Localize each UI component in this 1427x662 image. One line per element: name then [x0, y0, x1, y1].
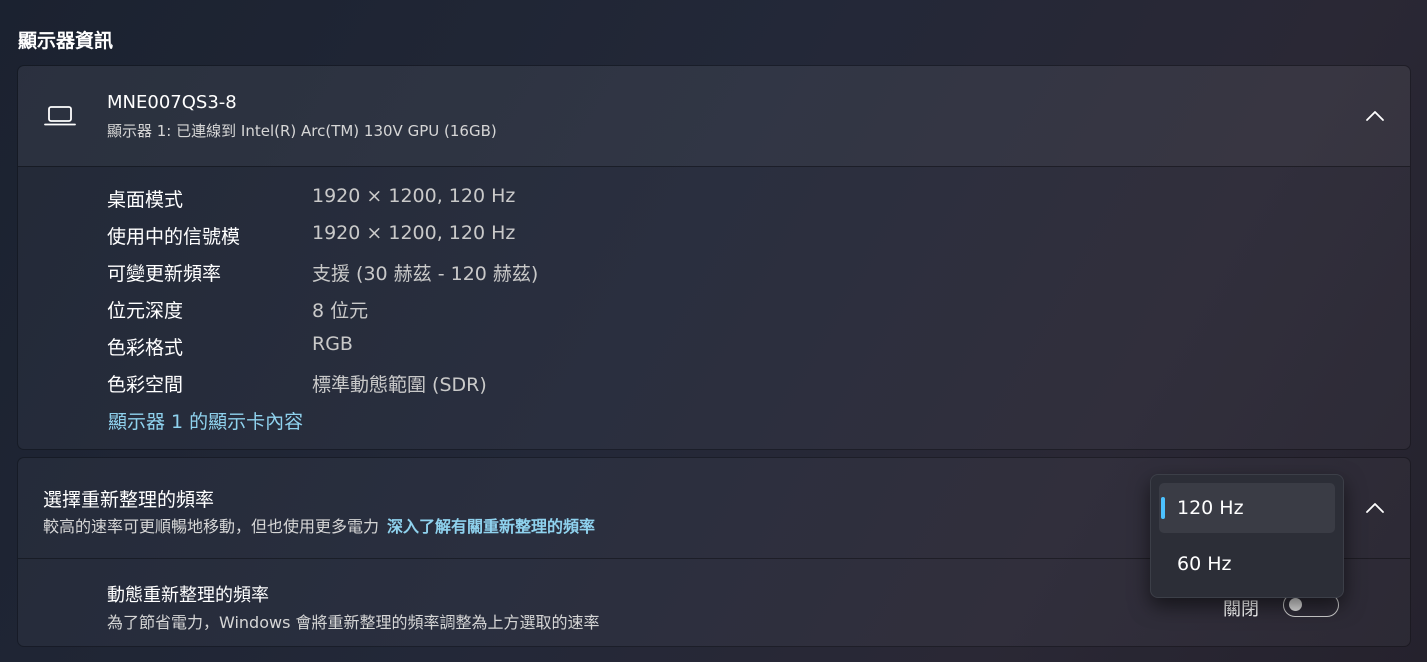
monitor-card: MNE007QS3-8 顯示器 1: 已連線到 Intel(R) Arc(TM)… — [18, 66, 1410, 449]
dynamic-refresh-subtitle: 為了節省電力，Windows 會將重新整理的頻率調整為上方選取的速率 — [107, 613, 600, 632]
dynamic-refresh-title: 動態重新整理的頻率 — [107, 585, 269, 606]
info-value: 1920 × 1200, 120 Hz — [312, 222, 516, 244]
monitor-card-header[interactable]: MNE007QS3-8 顯示器 1: 已連線到 Intel(R) Arc(TM)… — [18, 66, 1410, 166]
monitor-subtitle: 顯示器 1: 已連線到 Intel(R) Arc(TM) 130V GPU (1… — [107, 122, 497, 140]
info-value: RGB — [312, 333, 353, 355]
info-value: 8 位元 — [312, 300, 369, 322]
chevron-up-icon[interactable] — [1365, 109, 1385, 123]
info-value: 標準動態範圍 (SDR) — [312, 374, 487, 396]
info-value: 1920 × 1200, 120 Hz — [312, 185, 516, 207]
selection-indicator — [1161, 497, 1165, 519]
info-row-active-signal-mode: 使用中的信號模 1920 × 1200, 120 Hz — [107, 222, 907, 252]
info-label: 桌面模式 — [107, 189, 184, 211]
info-row-color-space: 色彩空間 標準動態範圍 (SDR) — [107, 370, 907, 400]
info-row-bit-depth: 位元深度 8 位元 — [107, 296, 907, 326]
laptop-icon — [44, 106, 76, 126]
dropdown-option-60hz[interactable]: 60 Hz — [1159, 539, 1335, 589]
toggle-knob — [1289, 598, 1302, 611]
section-title: 顯示器資訊 — [18, 30, 114, 52]
toggle-state-label: 關閉 — [1223, 599, 1259, 620]
display-adapter-properties-link[interactable]: 顯示器 1 的顯示卡內容 — [108, 407, 303, 434]
info-row-variable-refresh-rate: 可變更新頻率 支援 (30 赫茲 - 120 赫茲) — [107, 259, 907, 289]
chevron-up-icon[interactable] — [1365, 501, 1385, 515]
info-label: 可變更新頻率 — [107, 263, 222, 285]
info-label: 位元深度 — [107, 300, 184, 322]
info-value: 支援 (30 赫茲 - 120 赫茲) — [312, 263, 539, 285]
refresh-rate-title: 選擇重新整理的頻率 — [43, 489, 215, 511]
info-row-desktop-mode: 桌面模式 1920 × 1200, 120 Hz — [107, 185, 907, 215]
learn-more-refresh-rate-link[interactable]: 深入了解有關重新整理的頻率 — [387, 517, 595, 536]
refresh-rate-dropdown[interactable]: 120 Hz 60 Hz — [1150, 474, 1344, 598]
info-row-color-format: 色彩格式 RGB — [107, 333, 907, 363]
info-label: 使用中的信號模 — [107, 226, 241, 248]
refresh-rate-subtitle: 較高的速率可更順暢地移動，但也使用更多電力 深入了解有關重新整理的頻率 — [43, 513, 595, 537]
refresh-rate-description: 較高的速率可更順暢地移動，但也使用更多電力 — [43, 517, 380, 536]
monitor-info-list: 桌面模式 1920 × 1200, 120 Hz 使用中的信號模 1920 × … — [18, 167, 1410, 449]
info-label: 色彩空間 — [107, 374, 184, 396]
monitor-name: MNE007QS3-8 — [107, 92, 237, 113]
option-label: 60 Hz — [1177, 553, 1232, 575]
dropdown-option-120hz[interactable]: 120 Hz — [1159, 483, 1335, 533]
option-label: 120 Hz — [1177, 497, 1244, 519]
info-label: 色彩格式 — [107, 337, 184, 359]
